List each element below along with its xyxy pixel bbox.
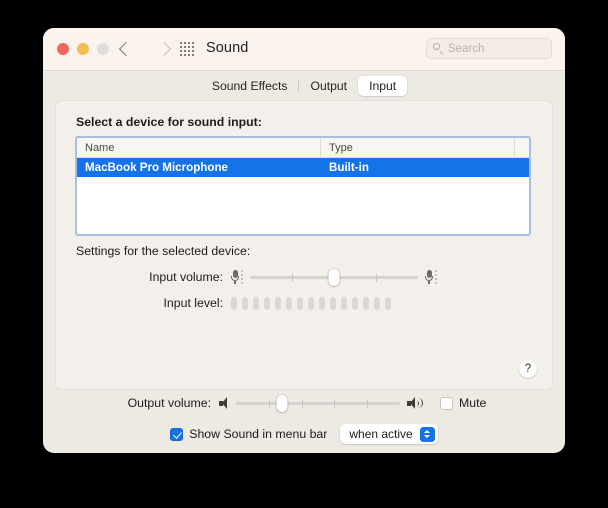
input-level-meter — [231, 296, 391, 310]
show-in-menu-bar-checkbox[interactable] — [170, 427, 184, 441]
zoom-button[interactable] — [97, 43, 109, 55]
page-title: Sound — [206, 40, 249, 56]
settings-section-label: Settings for the selected device: — [76, 244, 251, 258]
column-header-name[interactable]: Name — [77, 138, 321, 157]
input-level-segment — [363, 296, 369, 310]
menu-bar-row: Show Sound in menu bar when active — [43, 424, 565, 444]
column-header-type[interactable]: Type — [321, 138, 515, 157]
input-level-segment — [286, 296, 292, 310]
show-in-menu-bar-label: Show Sound in menu bar — [189, 427, 328, 441]
search-input[interactable] — [448, 42, 545, 55]
chevron-updown-icon — [419, 426, 435, 442]
menu-bar-mode-dropdown[interactable]: when active — [340, 424, 438, 444]
microphone-large-icon — [425, 270, 433, 284]
input-level-segment — [374, 296, 380, 310]
input-level-segment — [297, 296, 303, 310]
search-field[interactable] — [426, 38, 552, 59]
input-level-label: Input level: — [163, 296, 223, 310]
mute-checkbox[interactable] — [440, 396, 453, 410]
minimize-button[interactable] — [77, 43, 89, 55]
device-list-header: Name Type — [77, 138, 529, 158]
input-level-segment — [385, 296, 391, 310]
input-volume-label: Input volume: — [149, 270, 223, 284]
back-button[interactable] — [115, 38, 137, 60]
slider-thumb[interactable] — [276, 395, 288, 412]
close-button[interactable] — [57, 43, 69, 55]
output-volume-slider[interactable] — [236, 394, 400, 412]
input-level-row: Input level: — [55, 296, 553, 310]
device-type-cell: Built-in — [329, 161, 369, 174]
input-level-segment — [253, 296, 259, 310]
input-level-segment — [242, 296, 248, 310]
input-level-segment — [231, 296, 237, 310]
microphone-large-dots-icon — [435, 270, 437, 284]
input-volume-row: Input volume: — [55, 268, 553, 286]
slider-thumb[interactable] — [328, 269, 340, 286]
input-volume-slider[interactable] — [250, 268, 418, 286]
mute-label: Mute — [459, 396, 487, 410]
microphone-small-icon — [231, 270, 239, 284]
device-section-label: Select a device for sound input: — [76, 115, 262, 129]
chevron-right-icon — [156, 41, 172, 57]
input-level-segment — [264, 296, 270, 310]
tab-output[interactable]: Output — [299, 76, 358, 96]
show-all-grid-icon[interactable] — [180, 42, 195, 57]
tab-input[interactable]: Input — [358, 76, 408, 96]
tab-sound-effects[interactable]: Sound Effects — [201, 76, 299, 96]
microphone-small-dots-icon — [241, 270, 243, 284]
tab-bar: Sound Effects Output Input — [43, 71, 565, 101]
device-list[interactable]: Name Type MacBook Pro Microphone Built-i… — [75, 136, 531, 236]
forward-button[interactable] — [153, 38, 175, 60]
input-level-segment — [319, 296, 325, 310]
device-name-cell: MacBook Pro Microphone — [85, 161, 229, 174]
sound-preferences-window: Sound Sound Effects Output Input Select … — [43, 28, 565, 453]
input-level-segment — [275, 296, 281, 310]
menu-bar-mode-value: when active — [349, 427, 413, 441]
slider-track — [236, 402, 400, 405]
input-level-segment — [330, 296, 336, 310]
navigation-arrows — [115, 38, 175, 60]
chevron-left-icon — [118, 41, 134, 57]
input-level-segment — [308, 296, 314, 310]
speaker-high-icon — [407, 397, 424, 409]
table-row[interactable]: MacBook Pro Microphone Built-in — [77, 158, 529, 177]
speaker-low-icon — [219, 397, 229, 409]
input-level-segment — [341, 296, 347, 310]
output-volume-label: Output volume: — [127, 396, 211, 410]
input-settings-panel: Select a device for sound input: Name Ty… — [55, 100, 553, 390]
help-button[interactable]: ? — [519, 360, 537, 378]
search-icon — [433, 43, 444, 54]
window-titlebar: Sound — [43, 28, 565, 71]
input-level-segment — [352, 296, 358, 310]
output-volume-row: Output volume: Mute — [43, 394, 565, 412]
traffic-lights — [57, 43, 109, 55]
